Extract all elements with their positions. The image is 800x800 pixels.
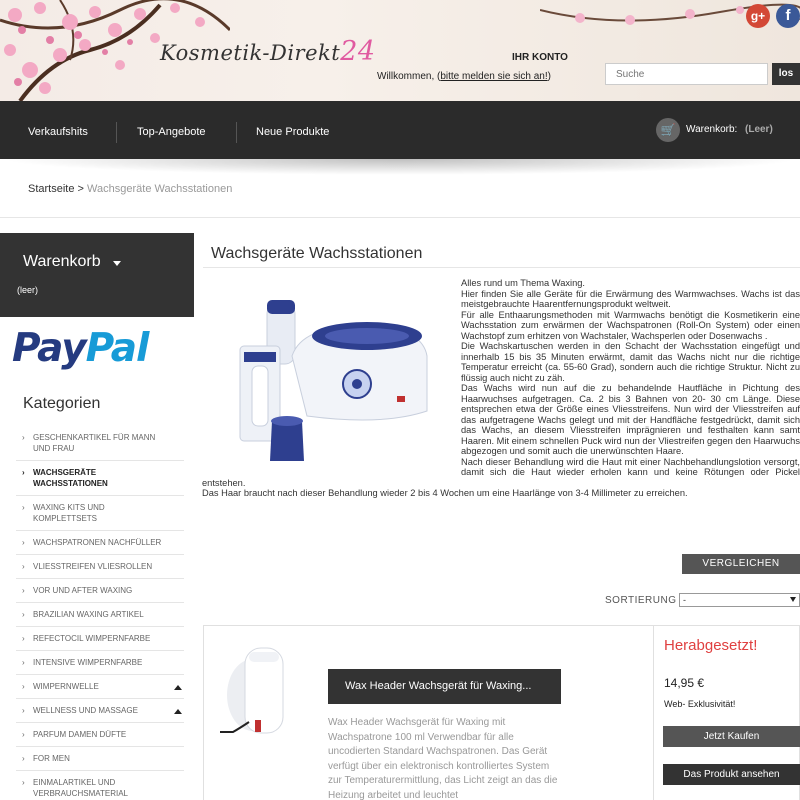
product-description: Wax Header Wachsgerät für Waxing mit Wac… [328, 717, 558, 800]
wax-station-image [239, 300, 428, 461]
nav-divider [236, 122, 237, 143]
category-item[interactable]: › For Men [16, 747, 184, 771]
sort-select[interactable]: - [679, 593, 800, 607]
chevron-right-icon: › [22, 433, 25, 442]
chevron-right-icon: › [22, 634, 25, 643]
category-item[interactable]: › Wimpernwelle [16, 675, 184, 699]
chevron-right-icon: › [22, 706, 25, 715]
category-item[interactable]: › Refectocil Wimpernfarbe [16, 627, 184, 651]
category-label: Wellness und Massage [33, 706, 138, 715]
nav-divider [116, 122, 117, 143]
account-title[interactable]: IHR KONTO [512, 52, 568, 63]
chevron-right-icon: › [22, 682, 25, 691]
exclusive-label: Web- Exklusivität! [664, 699, 736, 709]
category-item[interactable]: › Wachspatronen Nachfüller [16, 531, 184, 555]
main-nav: Verkaufshits Top-Angebote Neue Produkte [0, 101, 800, 159]
sort-label: SORTIERUNG [605, 595, 677, 606]
chevron-right-icon: › [22, 468, 25, 477]
nav-item-verkaufshits[interactable]: Verkaufshits [28, 101, 88, 159]
paypal-logo-part2: Pal [85, 326, 150, 371]
logo-text: Kosmetik-Direkt [160, 41, 341, 65]
chevron-right-icon: › [22, 658, 25, 667]
sidebar-cart-empty: (leer) [17, 285, 39, 295]
expand-icon[interactable] [174, 709, 182, 714]
category-label: Refectocil Wimpernfarbe [33, 634, 151, 643]
category-list: › Geschenkartikel für Mann und Frau › Wachs… [16, 426, 184, 800]
welcome-suffix: ) [547, 71, 551, 82]
sidebar-cart-block: Warenkorb (leer) [0, 233, 194, 317]
header-cart-status[interactable]: (Leer) [745, 124, 773, 135]
sidebar-cart-title[interactable]: Warenkorb [23, 253, 101, 271]
welcome-prefix: Willkommen, ( [377, 71, 441, 82]
welcome-text: Willkommen, (bitte melden sie sich an!) [377, 71, 551, 82]
category-item[interactable]: › Brazilian Waxing Artikel [16, 603, 184, 627]
site-header: Kosmetik-Direkt24 IHR KONTO Willkommen, … [0, 0, 800, 101]
logo-number: 24 [340, 36, 376, 67]
product-image[interactable] [215, 640, 295, 740]
category-label: Wachspatronen Nachfüller [33, 538, 162, 547]
search-input[interactable] [605, 63, 768, 85]
login-link[interactable]: bitte melden sie sich an! [440, 71, 547, 82]
category-label: For Men [33, 754, 70, 763]
description-paragraph: Das Haar braucht nach dieser Behandlung … [202, 488, 688, 498]
breadcrumb-current: Wachsgeräte Wachsstationen [87, 183, 233, 195]
header-cart-label[interactable]: Warenkorb: [686, 124, 737, 135]
chevron-right-icon: › [22, 562, 25, 571]
category-label: Parfum Damen Düfte [33, 730, 127, 739]
chevron-right-icon: › [22, 778, 25, 787]
chevron-right-icon: › [22, 610, 25, 619]
category-item[interactable]: › Geschenkartikel für Mann und Frau [16, 426, 184, 461]
category-label: Geschenkartikel für Mann und Frau [33, 433, 156, 453]
shopping-cart-icon[interactable]: 🛒 [656, 118, 680, 142]
discount-label: Herabgesetzt! [664, 637, 758, 654]
category-label: Einmalartikel und Verbrauchsmaterial [33, 778, 128, 798]
category-item[interactable]: › Intensive Wimpernfarbe [16, 651, 184, 675]
paypal-logo-part1: Pay [12, 326, 87, 371]
chevron-right-icon: › [22, 503, 25, 512]
category-item[interactable]: › Wellness und Massage [16, 699, 184, 723]
category-label: Brazilian Waxing Artikel [33, 610, 144, 619]
category-item[interactable]: › Wachsgeräte Wachsstationen [16, 461, 184, 496]
page-title: Wachsgeräte Wachsstationen [211, 245, 423, 262]
paypal-logo: PayPal [12, 326, 150, 371]
category-label: Wachsgeräte Wachsstationen [33, 468, 108, 488]
category-label: Intensive Wimpernfarbe [33, 658, 143, 667]
divider [0, 217, 800, 218]
divider [203, 267, 800, 268]
category-item[interactable]: › Waxing Kits und Komplettsets [16, 496, 184, 531]
sort-select-value: - [683, 595, 686, 605]
category-label: Vliesstreifen Vliesrollen [33, 562, 153, 571]
product-name[interactable]: Wax Header Wachsgerät für Waxing... [328, 669, 561, 704]
category-label: Vor und After Waxing [33, 586, 133, 595]
product-price: 14,95 € [664, 676, 705, 690]
chevron-right-icon: › [22, 754, 25, 763]
facebook-icon[interactable]: f [776, 4, 800, 28]
buy-now-button[interactable]: Jetzt Kaufen [663, 726, 800, 747]
category-item[interactable]: › Einmalartikel und Verbrauchsmaterial [16, 771, 184, 800]
breadcrumb-separator: > [77, 183, 84, 195]
expand-icon[interactable] [174, 685, 182, 690]
category-item[interactable]: › Vor und After Waxing [16, 579, 184, 603]
chevron-right-icon: › [22, 730, 25, 739]
category-label: Waxing Kits und Komplettsets [33, 503, 105, 523]
breadcrumb-home[interactable]: Startseite [28, 183, 74, 195]
chevron-down-icon[interactable] [113, 261, 121, 266]
breadcrumb: Startseite > Wachsgeräte Wachsstationen [28, 183, 232, 195]
category-item[interactable]: › Parfum Damen Düfte [16, 723, 184, 747]
chevron-right-icon: › [22, 538, 25, 547]
compare-button[interactable]: VERGLEICHEN [682, 554, 800, 574]
google-plus-icon[interactable]: g+ [746, 4, 770, 28]
chevron-right-icon: › [22, 586, 25, 595]
nav-shadow [0, 159, 800, 175]
nav-item-top-angebote[interactable]: Top-Angebote [137, 101, 206, 159]
chevron-down-icon [790, 597, 796, 602]
search-button[interactable]: los [772, 63, 800, 85]
nav-item-neue-produkte[interactable]: Neue Produkte [256, 101, 329, 159]
category-item[interactable]: › Vliesstreifen Vliesrollen [16, 555, 184, 579]
view-product-button[interactable]: Das Produkt ansehen [663, 764, 800, 785]
site-logo[interactable]: Kosmetik-Direkt24 [160, 36, 376, 67]
categories-title: Kategorien [23, 395, 101, 412]
category-label: Wimpernwelle [33, 682, 99, 691]
